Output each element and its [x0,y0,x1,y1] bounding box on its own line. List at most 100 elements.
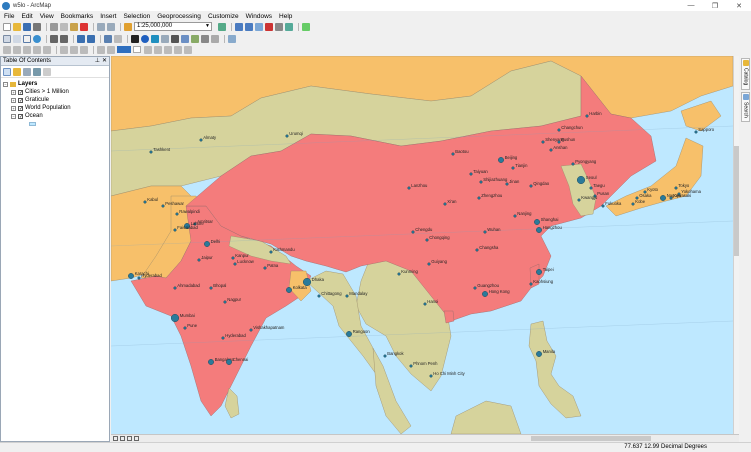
underline-icon[interactable] [164,45,172,54]
city-marker[interactable] [285,134,289,138]
zoom-in-icon[interactable] [3,34,11,43]
maximize-button[interactable]: ❐ [703,0,727,11]
layer-item[interactable]: + ✓ Graticule [3,96,109,104]
city-marker[interactable] [643,190,647,194]
pin-icon[interactable]: ⊥ [95,57,100,64]
menu-windows[interactable]: Windows [246,13,272,20]
measure-icon[interactable] [171,34,179,43]
city-marker[interactable] [209,286,213,290]
city-marker[interactable] [183,326,187,330]
time-slider-icon[interactable] [211,34,219,43]
city-marker[interactable] [175,212,179,216]
city-marker[interactable] [263,266,267,270]
layout-zoom-out-icon[interactable] [13,45,21,54]
menu-file[interactable]: File [4,13,14,20]
city-marker[interactable] [204,241,210,247]
zoom-out-icon[interactable] [13,34,21,43]
menu-insert[interactable]: Insert [100,13,116,20]
city-marker[interactable] [226,359,232,365]
city-marker[interactable] [411,230,415,234]
close-icon[interactable]: ✕ [102,57,107,64]
city-marker[interactable] [529,184,533,188]
layer-checkbox[interactable]: ✓ [18,97,23,103]
city-marker[interactable] [571,162,575,166]
new-document-icon[interactable] [3,22,11,31]
map-canvas[interactable]: HarbinChangchunShenyangFushunAnshanBeiji… [111,56,733,434]
city-marker[interactable] [589,186,593,190]
minimize-button[interactable]: — [679,0,703,11]
open-folder-icon[interactable] [13,22,21,31]
fill-color-swatch[interactable] [117,46,131,53]
delete-icon[interactable] [80,22,88,31]
python-window-icon[interactable] [275,22,283,31]
city-marker[interactable] [479,180,483,184]
city-marker[interactable] [694,130,698,134]
city-marker[interactable] [286,287,292,293]
map-display[interactable]: Harbin Changchun Shenyang Fushun Anshan Beiji… [111,56,733,434]
city-marker[interactable] [137,276,141,280]
menu-help[interactable]: Help [279,13,292,20]
copy-icon[interactable] [60,22,68,31]
city-marker[interactable] [536,351,542,357]
city-marker[interactable] [483,230,487,234]
layer-item[interactable]: + ✓ World Population [3,104,109,112]
print-icon[interactable] [33,22,41,31]
city-marker[interactable] [469,172,473,176]
city-marker[interactable] [128,273,134,279]
city-marker[interactable] [269,250,273,254]
zoom-100-icon[interactable] [43,45,51,54]
catalog-window-icon[interactable] [245,22,253,31]
layout-pan-icon[interactable] [23,45,31,54]
arctoolbox-icon[interactable] [265,22,273,31]
city-marker[interactable] [534,219,540,225]
layer-item[interactable]: − ✓ Ocean [3,112,109,120]
full-extent-icon[interactable] [33,34,41,43]
fixed-zoom-out-icon[interactable] [60,34,68,43]
city-marker[interactable] [660,195,666,201]
menu-customize[interactable]: Customize [208,13,239,20]
menu-selection[interactable]: Selection [123,13,150,20]
city-marker[interactable] [513,214,517,218]
scroll-thumb[interactable] [734,146,739,256]
city-marker[interactable] [231,256,235,260]
map-scale-input[interactable]: 1:25,000,000 ▼ [134,22,212,31]
line-color-icon[interactable] [184,45,192,54]
focus-data-frame-icon[interactable] [70,45,78,54]
table-of-contents-icon[interactable] [235,22,243,31]
city-marker[interactable] [429,374,433,378]
layout-zoom-in-icon[interactable] [3,45,11,54]
city-marker[interactable] [197,258,201,262]
menu-edit[interactable]: Edit [21,13,32,20]
model-builder-icon[interactable] [285,22,293,31]
paste-icon[interactable] [70,22,78,31]
city-marker[interactable] [397,272,401,276]
city-marker[interactable] [249,328,253,332]
city-marker[interactable] [541,140,545,144]
font-color-icon[interactable] [174,45,182,54]
city-marker[interactable] [631,202,635,206]
toggle-draft-icon[interactable] [60,45,68,54]
city-marker[interactable] [317,294,321,298]
draw-text-icon[interactable] [107,45,115,54]
save-icon[interactable] [23,22,31,31]
search-window-icon[interactable] [255,22,263,31]
city-marker[interactable] [557,140,561,144]
cut-icon[interactable] [50,22,58,31]
select-elements-icon[interactable] [131,34,139,43]
font-dropdown[interactable] [133,46,141,53]
city-marker[interactable] [477,196,481,200]
city-marker[interactable] [427,262,431,266]
city-marker[interactable] [409,364,413,368]
city-marker[interactable] [482,291,488,297]
city-marker[interactable] [451,152,455,156]
city-marker[interactable] [425,238,429,242]
add-data-icon[interactable] [124,22,132,31]
layer-checkbox[interactable]: ✓ [18,113,23,119]
find-icon[interactable] [181,34,189,43]
city-marker[interactable] [549,148,553,152]
draw-rectangle-icon[interactable] [97,45,105,54]
list-by-source-icon[interactable] [13,67,21,76]
zoom-whole-page-icon[interactable] [33,45,41,54]
data-view-icon[interactable] [120,435,125,441]
layer-checkbox[interactable]: ✓ [18,105,23,111]
